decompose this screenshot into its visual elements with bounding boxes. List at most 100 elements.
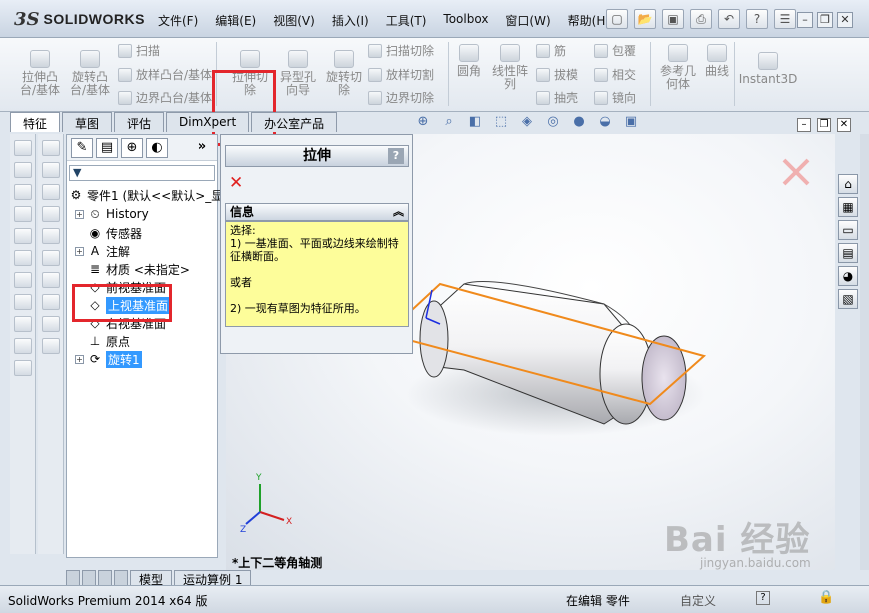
hole-wizard-button[interactable]: 异型孔 向导 (276, 50, 320, 97)
view-palette-icon[interactable]: ▤ (838, 243, 858, 263)
featuremanager-tab-icon[interactable]: ✎ (71, 137, 93, 158)
reference-geometry-button[interactable]: 参考几 何体 (656, 44, 700, 91)
tab-sketch[interactable]: 草图 (62, 112, 113, 132)
appearance-tab-icon[interactable]: ◐ (146, 137, 168, 158)
more-tabs-icon[interactable]: » (191, 138, 213, 158)
tool-icon[interactable] (42, 140, 60, 156)
tab-dimxpert[interactable]: DimXpert (166, 112, 250, 132)
left-end-face[interactable] (419, 300, 449, 378)
loft-button[interactable]: 放样凸台/基体 (118, 66, 212, 83)
nav-last-icon[interactable] (114, 570, 128, 586)
solidworks-logo[interactable]: 3S SOLIDWORKS (14, 6, 144, 32)
tree-item-material[interactable]: ≣ 材质 <未指定> (88, 261, 190, 278)
tool-icon[interactable] (42, 316, 60, 332)
open-icon[interactable]: 📂 (634, 9, 656, 29)
print-icon[interactable]: ⎙ (690, 9, 712, 29)
file-explorer-icon[interactable]: ▭ (838, 220, 858, 240)
shell-button[interactable]: 抽壳 (536, 89, 578, 106)
appearances-icon[interactable]: ◕ (838, 266, 858, 286)
menu-edit[interactable]: 编辑(E) (209, 12, 267, 29)
tool-icon[interactable] (14, 184, 32, 200)
tool-icon[interactable] (14, 228, 32, 244)
menu-toolbox[interactable]: Toolbox (437, 12, 499, 29)
menu-insert[interactable]: 插入(I) (326, 12, 380, 29)
menu-file[interactable]: 文件(F) (152, 12, 209, 29)
tool-icon[interactable] (14, 316, 32, 332)
tab-evaluate[interactable]: 评估 (114, 112, 165, 132)
zoom-to-fit-icon[interactable]: ⊕ (414, 114, 432, 130)
menu-window[interactable]: 窗口(W) (499, 12, 561, 29)
right-scrollbar[interactable] (860, 134, 869, 570)
draft-button[interactable]: 拔模 (536, 66, 578, 83)
tree-filter[interactable]: ▼ (69, 165, 215, 181)
tree-item-sensors[interactable]: ◉ 传感器 (88, 225, 142, 242)
view-close-icon[interactable]: ✕ (837, 118, 851, 132)
view-orientation-icon[interactable]: ⬚ (492, 114, 510, 130)
fillet-button[interactable]: 圆角 (452, 44, 486, 78)
tool-icon[interactable] (42, 250, 60, 266)
tree-item-origin[interactable]: ⊥ 原点 (88, 333, 130, 350)
hide-show-icon[interactable]: ◎ (544, 114, 562, 130)
tool-icon[interactable] (14, 140, 32, 156)
pm-cancel-icon[interactable]: ✕ (229, 173, 243, 193)
edit-appearance-icon[interactable]: ● (570, 114, 588, 130)
tab-office-products[interactable]: 办公室产品 (251, 112, 338, 132)
linear-pattern-button[interactable]: 线性阵 列 (488, 44, 532, 91)
custom-properties-icon[interactable]: ▧ (838, 289, 858, 309)
tool-icon[interactable] (42, 162, 60, 178)
home-icon[interactable]: ⌂ (838, 174, 858, 194)
options-icon[interactable]: ☰ (774, 9, 796, 29)
apply-scene-icon[interactable]: ◒ (596, 114, 614, 130)
rib-button[interactable]: 筋 (536, 42, 566, 59)
tool-icon[interactable] (14, 272, 32, 288)
rebuild-icon[interactable]: 🔒 (818, 590, 834, 605)
boss-extrude-button[interactable]: 拉伸凸 台/基体 (18, 50, 62, 97)
collapse-icon[interactable]: ︽ (393, 204, 404, 220)
nav-next-icon[interactable] (98, 570, 112, 586)
custom-label[interactable]: 自定义 (680, 592, 716, 609)
tool-icon[interactable] (42, 184, 60, 200)
sweep-button[interactable]: 扫描 (118, 42, 160, 59)
swept-cut-button[interactable]: 扫描切除 (368, 42, 434, 59)
tool-icon[interactable] (14, 360, 32, 376)
tab-motion-study[interactable]: 运动算例 1 (174, 570, 252, 587)
tab-features[interactable]: 特征 (10, 112, 61, 132)
expand-icon[interactable]: + (75, 247, 84, 256)
tool-icon[interactable] (14, 250, 32, 266)
undo-icon[interactable]: ↶ (718, 9, 740, 29)
tree-item-annotations[interactable]: + A 注解 (75, 243, 130, 260)
section-view-icon[interactable]: ◧ (466, 114, 484, 130)
new-icon[interactable]: ▢ (606, 9, 628, 29)
design-library-icon[interactable]: ▦ (838, 197, 858, 217)
tool-icon[interactable] (42, 272, 60, 288)
tool-icon[interactable] (42, 294, 60, 310)
expand-icon[interactable]: + (75, 209, 84, 219)
nav-prev-icon[interactable] (82, 570, 96, 586)
tree-item-history[interactable]: + ⏲ History (75, 207, 149, 221)
propertymanager-tab-icon[interactable]: ▤ (96, 137, 118, 158)
help-icon[interactable]: ? (756, 591, 770, 605)
display-style-icon[interactable]: ◈ (518, 114, 536, 130)
configmanager-tab-icon[interactable]: ⊕ (121, 137, 143, 158)
tool-icon[interactable] (14, 206, 32, 222)
instant3d-button[interactable]: Instant3D (739, 52, 797, 86)
boss-revolve-button[interactable]: 旋转凸 台/基体 (68, 50, 112, 97)
close-icon[interactable]: ✕ (837, 12, 853, 28)
tab-model[interactable]: 模型 (130, 570, 173, 587)
cut-revolve-button[interactable]: 旋转切 除 (322, 50, 366, 97)
tool-icon[interactable] (42, 338, 60, 354)
mirror-button[interactable]: 镜向 (594, 89, 636, 106)
nav-first-icon[interactable] (66, 570, 80, 586)
boundary-cut-button[interactable]: 边界切除 (368, 89, 434, 106)
wrap-button[interactable]: 包覆 (594, 42, 636, 59)
tree-item-part[interactable]: ⚙ 零件1 (默认<<默认>_显 (69, 187, 224, 204)
pm-help-button[interactable]: ? (388, 148, 404, 164)
minimize-icon[interactable]: – (797, 12, 813, 28)
tree-item-revolve1[interactable]: + ⟳ 旋转1 (75, 351, 142, 368)
view-restore-icon[interactable]: ❐ (817, 118, 831, 132)
save-icon[interactable]: ▣ (662, 9, 684, 29)
expand-icon[interactable]: + (75, 355, 84, 364)
lofted-cut-button[interactable]: 放样切割 (368, 66, 434, 83)
zoom-area-icon[interactable]: ⌕ (440, 114, 458, 130)
menu-view[interactable]: 视图(V) (267, 12, 326, 29)
